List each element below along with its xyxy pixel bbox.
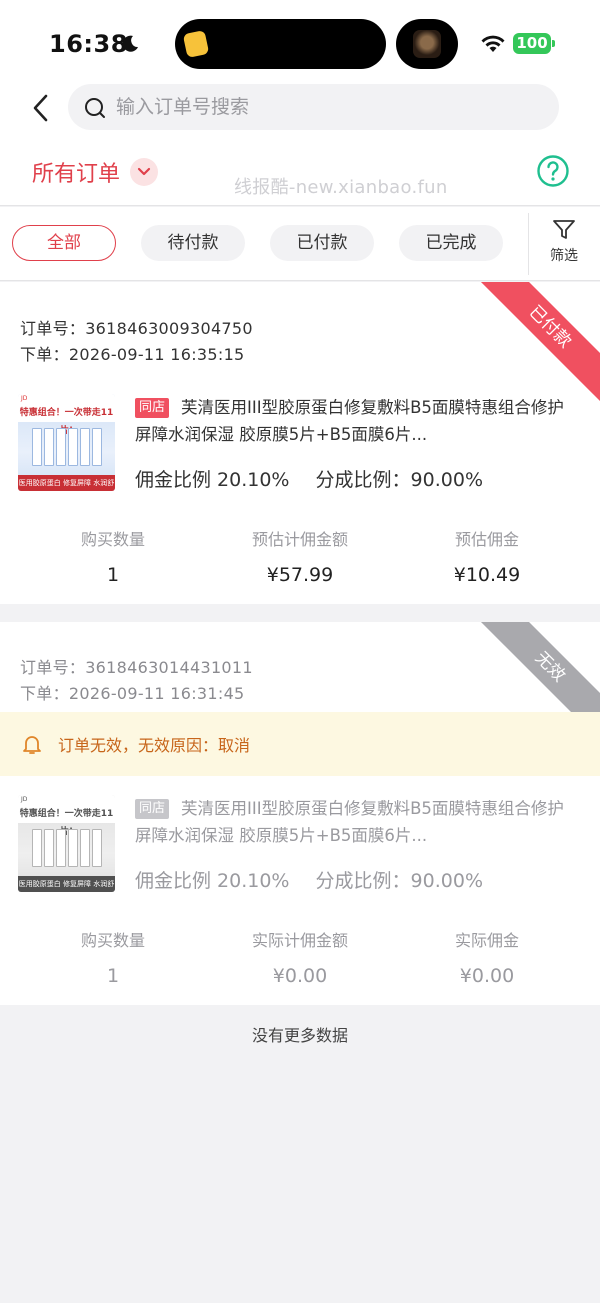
media-thumbnail-icon (413, 30, 441, 58)
dynamic-island-media (396, 19, 458, 69)
status-ribbon: 已付款 (470, 282, 600, 407)
product-title[interactable]: 芙清医用III型胶原蛋白修复敷料B5面膜特惠组合修护屏障水润保湿 胶原膜5片+B… (135, 795, 580, 849)
stat-value: 1 (106, 564, 120, 586)
filter-icon (553, 220, 575, 239)
order-number: 订单号：3618463009304750 (20, 319, 253, 338)
stat-value: ¥57.99 (266, 564, 334, 586)
tab-pending-payment[interactable]: 待付款 (141, 225, 245, 261)
search-icon (85, 98, 105, 118)
battery-indicator: 100 (513, 33, 551, 54)
stat-quantity: 购买数量 1 (13, 927, 213, 987)
order-card[interactable]: 已付款 订单号：3618463009304750 下单：2026-09-11 1… (0, 282, 600, 604)
stat-label: 购买数量 (80, 530, 145, 549)
order-filter-header: 所有订单 线报酷-new.xianbao.fun (0, 142, 600, 206)
stat-commission: 预估佣金 ¥10.49 (387, 526, 587, 586)
commission-rates: 佣金比例 20.10% 分成比例：90.00% (135, 866, 503, 893)
tab-paid[interactable]: 已付款 (270, 225, 374, 261)
filter-button[interactable]: 筛选 (540, 219, 588, 275)
no-more-data: 没有更多数据 (251, 1026, 348, 1045)
status-tabs: 全部 待付款 已付款 已完成 筛选 (0, 207, 600, 281)
bell-icon (23, 736, 41, 754)
search-input[interactable] (116, 84, 536, 130)
stat-value: ¥10.49 (453, 564, 521, 586)
order-type-label: 所有订单 (32, 162, 121, 187)
stat-label: 预估佣金 (454, 530, 519, 549)
status-bar: 16:38 100 (0, 0, 600, 88)
tab-divider (528, 213, 529, 275)
commission-rate: 佣金比例 20.10% (135, 870, 290, 892)
stat-commission-base: 实际计佣金额 ¥0.00 (200, 927, 400, 987)
share-rate: 分成比例：90.00% (315, 469, 483, 491)
commission-rates: 佣金比例 20.10% 分成比例：90.00% (135, 465, 503, 492)
stat-label: 实际计佣金额 (251, 931, 348, 950)
order-stats: 购买数量 1 预估计佣金额 ¥57.99 预估佣金 ¥10.49 (0, 526, 600, 596)
product-image[interactable]: JD 特惠组合！一次带走11片! 医用胶原蛋白 修复屏障 水润舒缓 (18, 394, 115, 491)
battery-tip (552, 40, 555, 47)
stat-commission: 实际佣金 ¥0.00 (387, 927, 587, 987)
stat-label: 购买数量 (80, 931, 145, 950)
tab-completed[interactable]: 已完成 (399, 225, 503, 261)
order-card[interactable]: 无效 订单号：3618463014431011 下单：2026-09-11 16… (0, 622, 600, 1005)
filter-label: 筛选 (550, 248, 578, 264)
stat-quantity: 购买数量 1 (13, 526, 213, 586)
stat-label: 实际佣金 (454, 931, 519, 950)
order-type-dropdown[interactable]: 所有订单 (32, 156, 159, 188)
stat-value: ¥0.00 (459, 965, 515, 987)
wifi-icon (481, 35, 505, 52)
order-time: 下单：2026-09-11 16:35:15 (20, 345, 245, 364)
help-icon[interactable] (536, 154, 570, 188)
search-header (0, 80, 600, 142)
stat-commission-base: 预估计佣金额 ¥57.99 (200, 526, 400, 586)
back-arrow-icon[interactable] (28, 92, 54, 124)
order-number: 订单号：3618463014431011 (20, 658, 253, 677)
chevron-down-icon (130, 158, 159, 186)
live-activity-icon (182, 29, 210, 59)
stat-label: 预估计佣金额 (251, 530, 348, 549)
search-box[interactable] (68, 84, 559, 130)
order-time: 下单：2026-09-11 16:31:45 (20, 684, 245, 703)
notice-text: 订单无效，无效原因：取消 (58, 736, 251, 755)
invalid-notice: 订单无效，无效原因：取消 (0, 712, 600, 776)
order-stats: 购买数量 1 实际计佣金额 ¥0.00 实际佣金 ¥0.00 (0, 927, 600, 997)
status-time: 16:38 (49, 30, 128, 58)
stat-value: ¥0.00 (272, 965, 328, 987)
product-title[interactable]: 芙清医用III型胶原蛋白修复敷料B5面膜特惠组合修护屏障水润保湿 胶原膜5片+B… (135, 394, 580, 448)
commission-rate: 佣金比例 20.10% (135, 469, 290, 491)
product-image[interactable]: JD 特惠组合！一次带走11片! 医用胶原蛋白 修复屏障 水润舒缓 (18, 795, 115, 892)
share-rate: 分成比例：90.00% (315, 870, 483, 892)
watermark: 线报酷-new.xianbao.fun (234, 177, 448, 198)
moon-icon (122, 35, 138, 52)
stat-value: 1 (106, 965, 120, 987)
tab-all[interactable]: 全部 (12, 225, 116, 261)
